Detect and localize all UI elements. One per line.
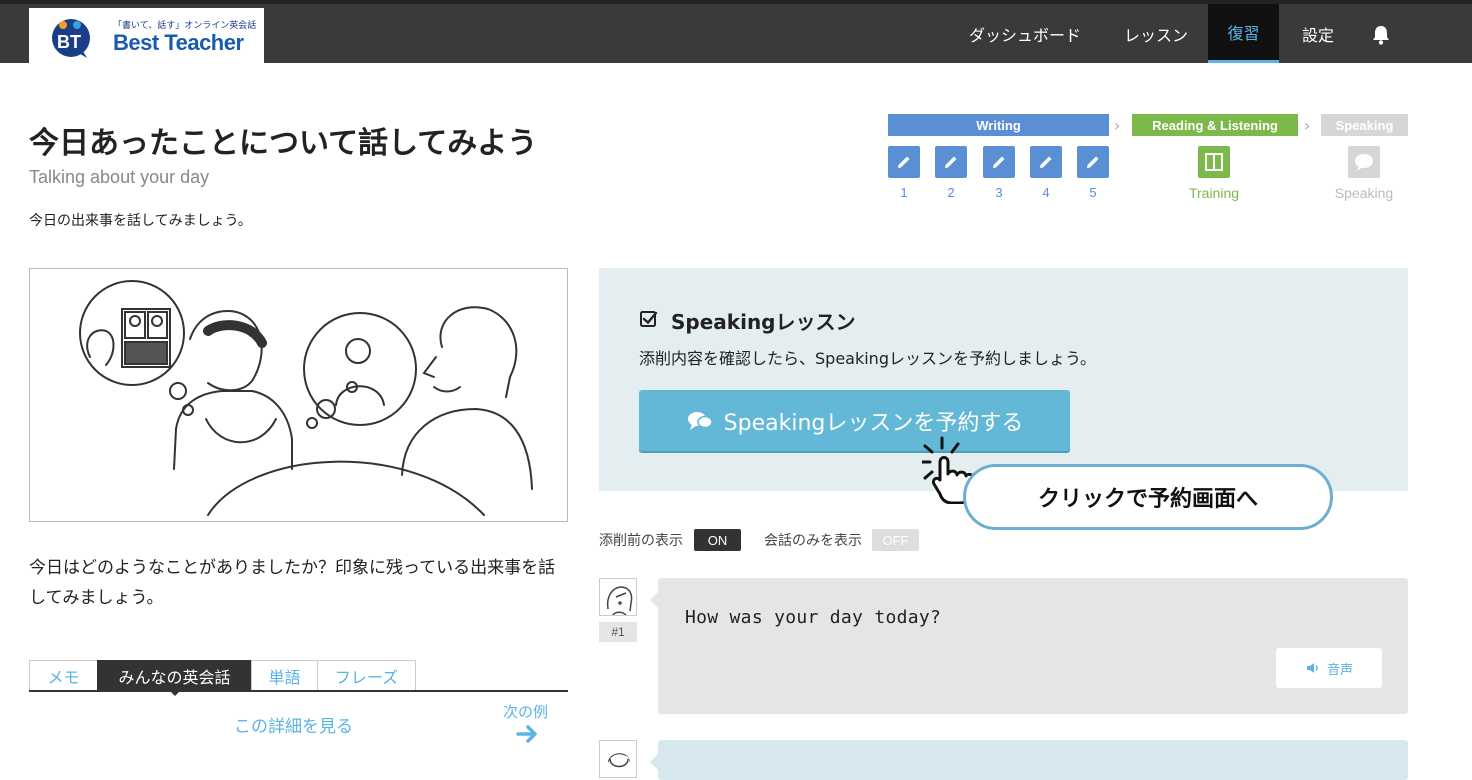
example-tabs: メモ みんなの英会話 単語 フレーズ bbox=[29, 660, 416, 696]
message-bubble bbox=[650, 578, 1408, 714]
pencil-icon bbox=[898, 156, 910, 168]
message-number: #1 bbox=[599, 622, 637, 642]
pencil-icon bbox=[1087, 156, 1099, 168]
bell-icon[interactable] bbox=[1368, 22, 1394, 48]
speaker-icon bbox=[1306, 663, 1318, 673]
pencil-icon bbox=[993, 156, 1005, 168]
book-speaking-lesson-button[interactable]: Speakingレッスンを予約する bbox=[639, 390, 1070, 451]
nav-lessons[interactable]: レッスン bbox=[1108, 4, 1204, 63]
arrow-right-icon[interactable] bbox=[515, 722, 541, 746]
writing-step-number: 4 bbox=[1042, 185, 1050, 200]
show-before-correction-toggle[interactable]: ON bbox=[694, 529, 741, 551]
speaking-step bbox=[1348, 146, 1380, 178]
chat-bubbles-icon bbox=[687, 411, 713, 430]
chevron-right-icon: › bbox=[1114, 116, 1121, 135]
book-speaking-lesson-label: Speakingレッスンを予約する bbox=[723, 410, 1024, 436]
show-conversation-only-label: 会話のみを表示 bbox=[764, 533, 862, 549]
logo-name: Best Teacher bbox=[113, 30, 244, 55]
message-text: How was your day today? bbox=[685, 607, 942, 628]
progress-reading-bar: Reading & Listening bbox=[1132, 114, 1298, 136]
svg-text:BT: BT bbox=[57, 32, 81, 52]
tab-memo[interactable]: メモ bbox=[29, 660, 97, 691]
writing-step-number: 3 bbox=[995, 185, 1003, 200]
page-title: 今日あったことについて話してみよう bbox=[29, 126, 538, 161]
page-intro: 今日の出来事を話してみましょう。 bbox=[29, 213, 252, 229]
play-audio-label: 音声 bbox=[1326, 662, 1353, 678]
speaking-lesson-text: 添削内容を確認したら、Speakingレッスンを予約しましょう。 bbox=[639, 349, 1097, 368]
nav-review[interactable]: 復習 bbox=[1208, 4, 1279, 63]
progress-speaking-bar: Speaking bbox=[1321, 114, 1408, 136]
best-teacher-logo[interactable]: BT 「書いて、話す」オンライン英会話 Best Teacher bbox=[29, 8, 264, 66]
writing-step-number: 1 bbox=[900, 185, 908, 200]
student-avatar bbox=[599, 740, 637, 778]
tab-everyone-conversation[interactable]: みんなの英会話 bbox=[97, 660, 251, 696]
teacher-avatar bbox=[599, 578, 637, 616]
pencil-icon bbox=[945, 156, 957, 168]
show-conversation-only-toggle[interactable]: OFF bbox=[872, 529, 919, 551]
training-step[interactable] bbox=[1198, 146, 1230, 178]
top-navigation-bar: BT 「書いて、話す」オンライン英会話 Best Teacher ダッシュボード… bbox=[0, 0, 1472, 66]
lesson-question: 今日はどのようなことがありましたか？印象に残っている出来事を話してみましょう。 bbox=[29, 558, 556, 608]
show-before-correction-label: 添削前の表示 bbox=[599, 533, 683, 549]
writing-step-2[interactable] bbox=[935, 146, 967, 178]
view-details-link[interactable]: この詳細を見る bbox=[234, 712, 353, 737]
tabs-divider bbox=[29, 690, 568, 692]
training-label: Training bbox=[1188, 185, 1240, 201]
checkbox-checked-icon bbox=[640, 311, 658, 327]
tab-phrases[interactable]: フレーズ bbox=[317, 660, 416, 691]
pencil-icon bbox=[1040, 156, 1052, 168]
next-example-link[interactable]: 次の例 bbox=[503, 701, 548, 722]
writing-step-4[interactable] bbox=[1030, 146, 1062, 178]
speaking-lesson-panel bbox=[599, 268, 1408, 491]
play-audio-button[interactable]: 音声 bbox=[1276, 648, 1382, 688]
book-icon bbox=[1205, 153, 1223, 171]
writing-step-3[interactable] bbox=[983, 146, 1015, 178]
conversation-illustration bbox=[29, 268, 568, 522]
speaking-label: Speaking bbox=[1334, 185, 1394, 201]
speaking-lesson-title: Speakingレッスン bbox=[671, 310, 856, 334]
writing-step-5[interactable] bbox=[1077, 146, 1109, 178]
writing-step-number: 2 bbox=[947, 185, 955, 200]
writing-step-number: 5 bbox=[1089, 185, 1097, 200]
click-callout: クリックで予約画面へ bbox=[963, 464, 1333, 530]
logo-badge-icon: BT bbox=[52, 19, 90, 58]
writing-step-1[interactable] bbox=[888, 146, 920, 178]
message-bubble bbox=[650, 740, 1408, 780]
tab-vocabulary[interactable]: 単語 bbox=[251, 660, 317, 691]
progress-writing-bar: Writing bbox=[888, 114, 1109, 136]
nav-settings[interactable]: 設定 bbox=[1284, 4, 1352, 63]
page-subtitle: Talking about your day bbox=[29, 167, 210, 187]
nav-dashboard[interactable]: ダッシュボード bbox=[950, 4, 1100, 63]
speech-bubble-icon bbox=[1355, 154, 1373, 171]
chevron-right-icon: › bbox=[1304, 116, 1311, 135]
